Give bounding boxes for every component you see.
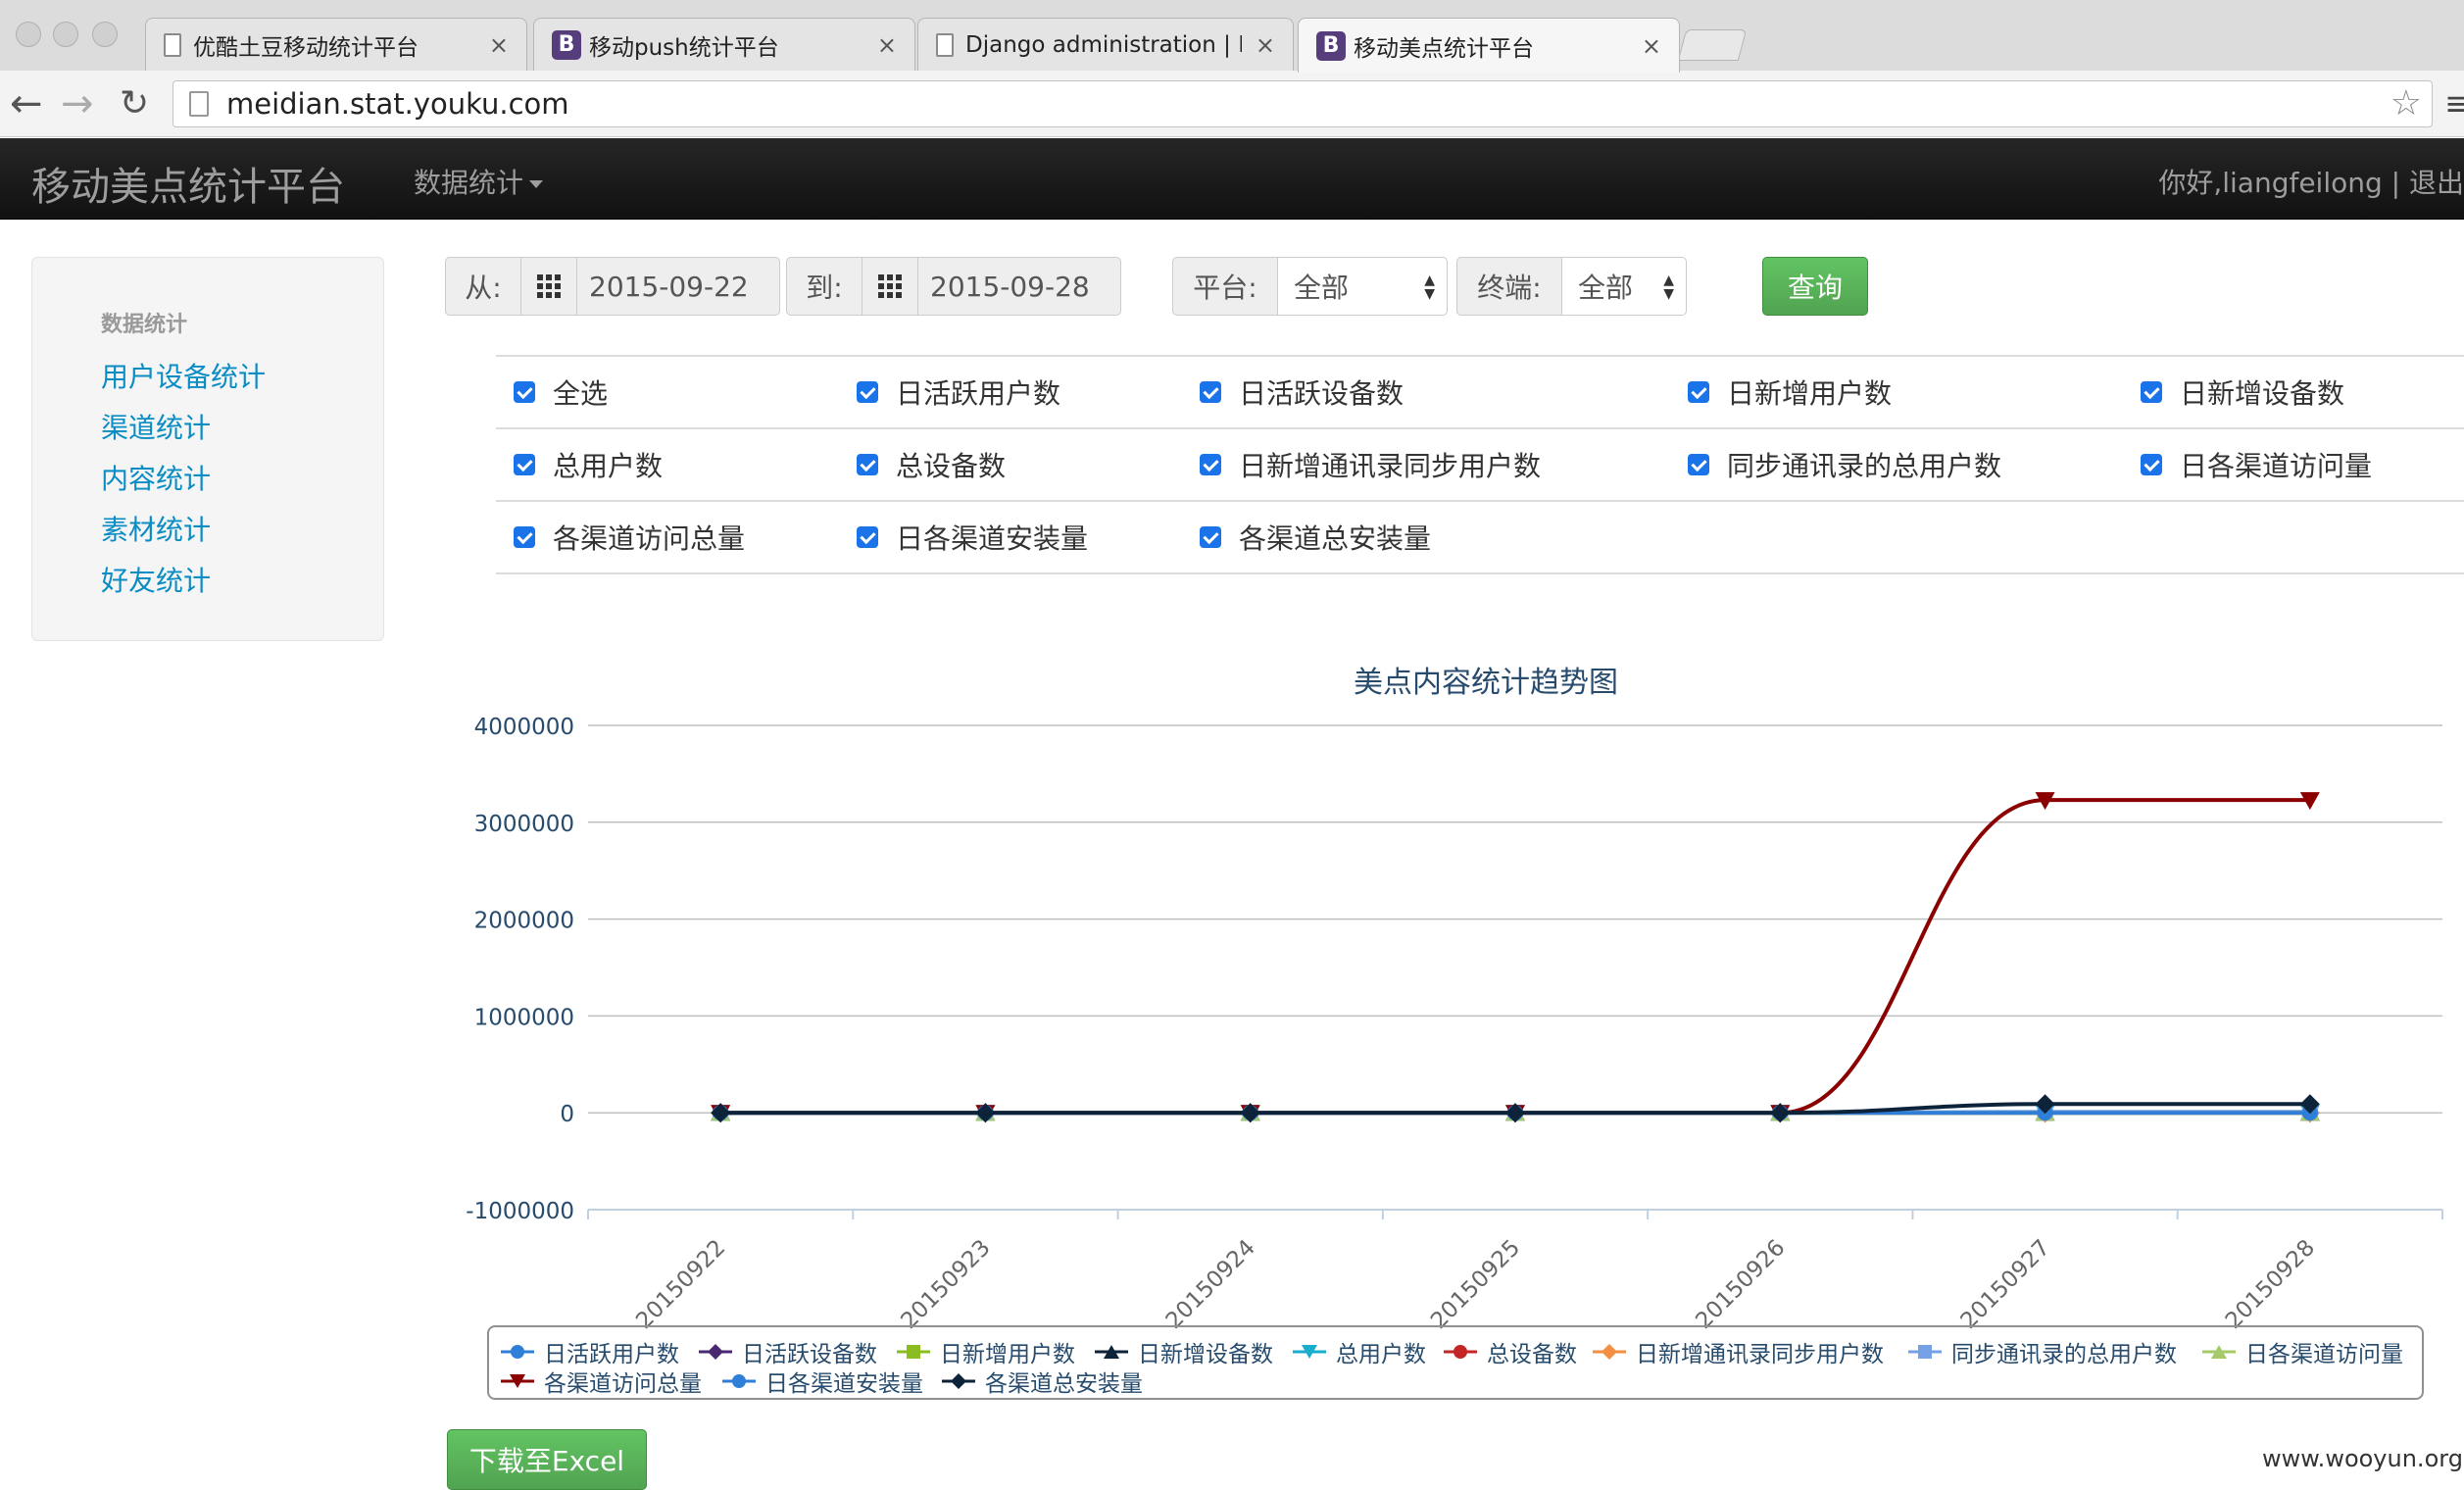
legend-symbol-icon xyxy=(942,1373,975,1389)
legend-label: 总用户数 xyxy=(1336,1342,1426,1367)
legend-symbol-icon xyxy=(1293,1345,1326,1359)
bootstrap-icon: B xyxy=(1316,30,1346,61)
download-excel-button[interactable]: 下载至Excel xyxy=(447,1429,647,1490)
legend-symbol-icon xyxy=(699,1344,732,1360)
legend-item[interactable]: 日各渠道访问量 xyxy=(2202,1335,2403,1368)
x-tick-label: 20150922 xyxy=(631,1235,730,1334)
chart-title: 美点内容统计趋势图 xyxy=(1354,666,1618,700)
legend-item[interactable]: 日新增设备数 xyxy=(1095,1335,1273,1368)
y-tick-label: 4000000 xyxy=(474,715,574,740)
legend-item[interactable]: 各渠道访问总量 xyxy=(501,1365,702,1398)
legend-item[interactable]: 日活跃用户数 xyxy=(501,1335,679,1368)
x-tick-label: 20150924 xyxy=(1161,1235,1260,1334)
y-tick-label: 1000000 xyxy=(474,1005,574,1030)
legend-item[interactable]: 总设备数 xyxy=(1444,1335,1577,1368)
legend-item[interactable]: 同步通讯录的总用户数 xyxy=(1908,1335,2177,1368)
legend-symbol-icon xyxy=(897,1345,930,1359)
y-tick-label: 3000000 xyxy=(474,812,574,837)
tab-close-icon[interactable]: × xyxy=(1642,32,1661,60)
x-tick-label: 20150926 xyxy=(1691,1235,1790,1334)
legend-label: 日新增用户数 xyxy=(940,1342,1075,1367)
legend-label: 日新增设备数 xyxy=(1138,1342,1273,1367)
legend-item[interactable]: 日新增用户数 xyxy=(897,1335,1075,1368)
x-tick-label: 20150927 xyxy=(1956,1235,2055,1334)
legend-label: 日各渠道安装量 xyxy=(765,1371,923,1397)
chart-legend: 日活跃用户数 日活跃设备数 日新增用户数 日新增设备数 总用户数 总设备数 日新增通讯录同步… xyxy=(487,1325,2424,1400)
legend-item[interactable]: 总用户数 xyxy=(1293,1335,1426,1368)
legend-symbol-icon xyxy=(1095,1345,1128,1359)
legend-symbol-icon xyxy=(501,1374,534,1388)
series-line xyxy=(720,798,2310,1116)
legend-label: 各渠道访问总量 xyxy=(544,1371,702,1397)
legend-label: 总设备数 xyxy=(1487,1342,1577,1367)
legend-label: 同步通讯录的总用户数 xyxy=(1951,1342,2177,1367)
legend-label: 日活跃设备数 xyxy=(742,1342,877,1367)
legend-symbol-icon xyxy=(1593,1344,1626,1360)
legend-label: 日新增通讯录同步用户数 xyxy=(1636,1342,1884,1367)
y-tick-label: 0 xyxy=(560,1102,574,1127)
legend-item[interactable]: 各渠道总安装量 xyxy=(942,1365,1143,1398)
legend-label: 日活跃用户数 xyxy=(544,1342,679,1367)
legend-item[interactable]: 日活跃设备数 xyxy=(699,1335,877,1368)
y-tick-label: -1000000 xyxy=(466,1199,574,1224)
y-tick-label: 2000000 xyxy=(474,909,574,934)
legend-symbol-icon xyxy=(2202,1345,2236,1359)
legend-label: 日各渠道访问量 xyxy=(2245,1342,2403,1367)
watermark: www.wooyun.org xyxy=(2262,1445,2463,1472)
legend-item[interactable]: 日各渠道安装量 xyxy=(722,1365,923,1398)
legend-symbol-icon xyxy=(1444,1345,1477,1359)
x-tick-label: 20150925 xyxy=(1426,1235,1525,1334)
x-tick-label: 20150928 xyxy=(2221,1235,2320,1334)
tab-title: 移动美点统计平台 xyxy=(1354,35,1534,62)
legend-symbol-icon xyxy=(1908,1345,1942,1359)
legend-label: 各渠道总安装量 xyxy=(985,1371,1143,1397)
legend-item[interactable]: 日新增通讯录同步用户数 xyxy=(1593,1335,1884,1368)
x-tick-label: 20150923 xyxy=(896,1235,995,1334)
legend-symbol-icon xyxy=(722,1374,756,1388)
browser-tab-4[interactable]: B 移动美点统计平台 × xyxy=(1298,18,1680,73)
legend-symbol-icon xyxy=(501,1345,534,1359)
trend-chart: 美点内容统计趋势图 -1000000 0 1000000 2000000 3000000 4… xyxy=(466,666,2443,1334)
